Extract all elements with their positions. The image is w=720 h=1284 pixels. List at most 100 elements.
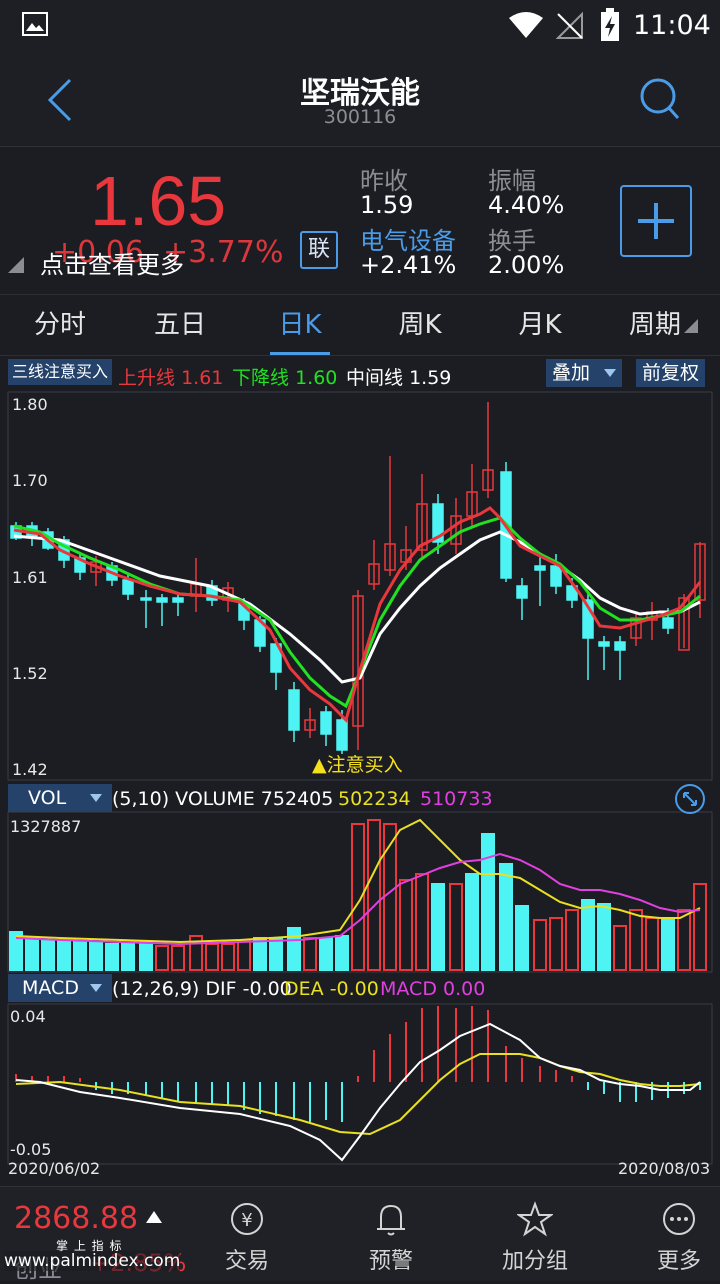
volume-bar xyxy=(237,939,251,971)
candle-body xyxy=(550,565,562,587)
add-watchlist-button[interactable] xyxy=(620,185,692,257)
indicator-selector[interactable]: 三线注意买入 xyxy=(8,359,113,385)
y-tick-2: 1.70 xyxy=(12,471,48,490)
volume-bar xyxy=(121,943,135,971)
volume-bar xyxy=(73,941,87,971)
macd-bottom-label: -0.05 xyxy=(10,1140,51,1159)
volume-bar xyxy=(415,873,429,971)
nav-alert[interactable]: 预警 xyxy=(326,1187,456,1281)
volume-bar xyxy=(303,937,317,971)
y-tick-5: 1.42 xyxy=(12,760,48,779)
y-tick-1: 1.80 xyxy=(12,395,48,414)
volume-bar xyxy=(549,917,563,971)
macd-value: MACD 0.00 xyxy=(380,978,486,1000)
candle-body xyxy=(140,597,152,601)
macd-bar: MACD (12,26,9) DIF -0.00 DEA -0.00 MACD … xyxy=(0,973,720,1003)
volume-bar xyxy=(253,937,267,971)
volume-bar xyxy=(205,943,219,971)
turnover-value: 2.00% xyxy=(488,251,565,279)
volume-bar xyxy=(629,909,643,971)
vol-ma5: 502234 xyxy=(338,788,411,810)
stock-code: 300116 xyxy=(323,106,397,128)
nav-more[interactable]: 更多 xyxy=(614,1187,720,1281)
watermark: www.palmindex.com xyxy=(4,1251,181,1271)
nav-trade[interactable]: ¥ 交易 xyxy=(182,1187,312,1281)
tab-weekly-k[interactable]: 周K xyxy=(365,295,475,355)
caret-down-icon xyxy=(90,794,102,802)
tab-monthly-k[interactable]: 月K xyxy=(485,295,595,355)
volume-bar xyxy=(105,943,119,971)
volume-bar xyxy=(581,899,595,971)
bottom-nav: 2868.88 掌 上 指 标 创业 +2.85% www.palmindex.… xyxy=(0,1186,720,1283)
no-signal-icon xyxy=(556,11,583,39)
buy-signal-label: ▲注意买入 xyxy=(312,754,403,776)
vol-ma10: 510733 xyxy=(420,788,493,810)
vol-bar: VOL (5,10) VOLUME 752405 502234 510733 xyxy=(0,783,720,815)
date-start: 2020/06/02 xyxy=(8,1159,100,1178)
last-price: 1.65 xyxy=(90,162,227,240)
candle-body xyxy=(320,711,332,735)
volume-bar xyxy=(661,917,675,971)
candle-body xyxy=(122,579,134,595)
volume-bar xyxy=(399,879,413,971)
candle-body xyxy=(156,597,168,603)
bell-icon xyxy=(377,1204,405,1236)
title-bar: 坚瑞沃能 300116 xyxy=(0,52,720,147)
nav-add-group[interactable]: 加分组 xyxy=(470,1187,600,1281)
dea-line xyxy=(15,1053,701,1136)
volume-bar xyxy=(139,941,153,971)
volume-bar xyxy=(335,935,349,971)
up-line xyxy=(13,506,702,723)
candle-body xyxy=(172,597,184,603)
volume-bar xyxy=(449,883,463,971)
y-tick-3: 1.61 xyxy=(12,568,48,587)
candle-body xyxy=(336,719,348,751)
search-icon[interactable] xyxy=(638,76,682,122)
y-tick-4: 1.52 xyxy=(12,664,48,683)
lian-button[interactable]: 联 xyxy=(300,231,338,269)
vol-max-label: 1327887 xyxy=(10,817,81,836)
tab-daily-k[interactable]: 日K xyxy=(245,295,355,355)
yuan-exchange-icon: ¥ xyxy=(231,1203,263,1235)
macd-top-label: 0.04 xyxy=(10,1007,46,1026)
volume-bar xyxy=(499,863,513,971)
status-time: 11:04 xyxy=(633,10,711,41)
more-dots-icon xyxy=(663,1203,695,1235)
caret-down-icon xyxy=(90,984,102,992)
volume-bar xyxy=(565,909,579,971)
mid-line-legend: 中间线 1.59 xyxy=(346,367,452,389)
macd-dif: (12,26,9) DIF -0.00 xyxy=(112,978,292,1000)
tab-intraday[interactable]: 分时 xyxy=(5,295,115,355)
period-tabs: 分时 五日 日K 周K 月K 周期 xyxy=(0,294,720,356)
wifi-icon xyxy=(509,12,543,38)
star-icon xyxy=(517,1201,553,1237)
volume-bar xyxy=(155,945,169,971)
candle-body xyxy=(614,641,626,651)
volume-bar xyxy=(89,941,103,971)
view-more-hint[interactable]: 点击查看更多 xyxy=(40,245,184,280)
adjust-button[interactable]: 前复权 xyxy=(636,359,706,387)
macd-dea: DEA -0.00 xyxy=(284,978,379,1000)
volume-bar xyxy=(481,833,495,971)
volume-bar xyxy=(431,883,445,971)
volume-bar xyxy=(515,905,529,971)
svg-text:¥: ¥ xyxy=(241,1210,252,1231)
tab-five-day[interactable]: 五日 xyxy=(125,295,235,355)
quote-panel[interactable]: 1.65 +0.06 +3.77% 点击查看更多 联 昨收 1.59 电气设备 … xyxy=(0,147,720,293)
plus-icon xyxy=(638,203,674,239)
volume-bar xyxy=(221,943,235,971)
volume-bar xyxy=(41,939,55,971)
volume-bar xyxy=(465,873,479,971)
down-line-legend: 下降线 1.60 xyxy=(232,367,338,389)
vol-selector[interactable]: VOL xyxy=(8,784,112,812)
image-icon xyxy=(22,12,48,36)
candle-body xyxy=(288,689,300,731)
index-value[interactable]: 2868.88 xyxy=(14,1201,138,1236)
macd-selector[interactable]: MACD xyxy=(8,974,112,1002)
dif-line xyxy=(15,1022,701,1162)
volume-bar xyxy=(269,937,283,971)
up-triangle-icon xyxy=(146,1211,162,1223)
overlay-button[interactable]: 叠加 xyxy=(546,359,622,387)
expand-icon[interactable] xyxy=(674,783,706,815)
period-dropdown-icon xyxy=(684,319,698,333)
